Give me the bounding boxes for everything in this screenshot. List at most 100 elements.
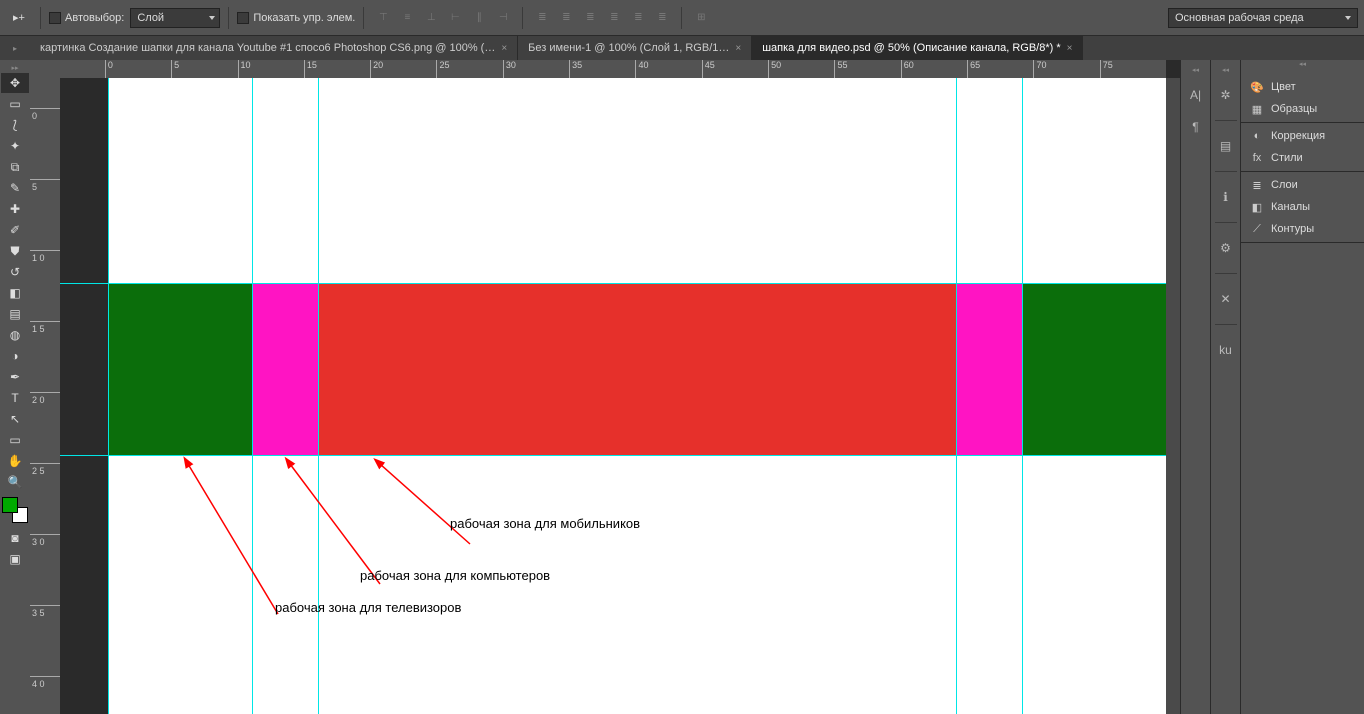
crop-tool-icon[interactable]: ⧉ bbox=[1, 157, 29, 177]
show-controls-checkbox[interactable]: Показать упр. элем. bbox=[237, 12, 355, 24]
tab-title: Без имени-1 @ 100% (Слой 1, RGB/1… bbox=[528, 42, 729, 54]
dodge-tool-icon[interactable]: ◑ bbox=[1, 346, 29, 366]
eyedropper-tool-icon[interactable]: ✎ bbox=[1, 178, 29, 198]
healing-tool-icon[interactable]: ✚ bbox=[1, 199, 29, 219]
panel-adjustments[interactable]: ◐ Коррекция bbox=[1241, 125, 1364, 147]
panel-label: Образцы bbox=[1271, 103, 1317, 115]
align-right-icon[interactable]: ⊣ bbox=[492, 8, 514, 28]
path-select-tool-icon[interactable]: ↖ bbox=[1, 409, 29, 429]
panel-layers[interactable]: ≣ Слои bbox=[1241, 174, 1364, 196]
navigator-panel-icon[interactable]: ✲ bbox=[1215, 84, 1237, 106]
panel-styles[interactable]: fx Стили bbox=[1241, 147, 1364, 169]
eraser-tool-icon[interactable]: ◧ bbox=[1, 283, 29, 303]
histogram-panel-icon[interactable]: ▤ bbox=[1215, 135, 1237, 157]
stamp-tool-icon[interactable]: ⛊ bbox=[1, 241, 29, 261]
grip-icon[interactable]: ▸▸ bbox=[0, 64, 30, 72]
pen-tool-icon[interactable]: ✒ bbox=[1, 367, 29, 387]
panel-color[interactable]: 🎨 Цвет bbox=[1241, 76, 1364, 98]
shape-tool-icon[interactable]: ▭ bbox=[1, 430, 29, 450]
move-tool-icon[interactable]: ✥ bbox=[1, 73, 29, 93]
tv-zone-right bbox=[1022, 283, 1166, 455]
guide-horizontal[interactable] bbox=[60, 283, 1166, 284]
magic-wand-tool-icon[interactable]: ✦ bbox=[1, 136, 29, 156]
panel-label: Цвет bbox=[1271, 81, 1296, 93]
checkbox-icon bbox=[237, 12, 249, 24]
screenmode-tool-icon[interactable]: ▣ bbox=[1, 549, 29, 569]
auto-select-checkbox[interactable]: Автовыбор: bbox=[49, 12, 124, 24]
color-swatches[interactable] bbox=[2, 497, 28, 523]
foreground-swatch[interactable] bbox=[2, 497, 18, 513]
guide-vertical[interactable] bbox=[956, 78, 957, 714]
distribute-left-icon[interactable]: ≣ bbox=[603, 8, 625, 28]
kuler-panel-icon[interactable]: ku bbox=[1215, 339, 1237, 361]
guide-vertical[interactable] bbox=[108, 78, 109, 714]
type-tool-icon[interactable]: T bbox=[1, 388, 29, 408]
character-panel-icon[interactable]: A| bbox=[1185, 84, 1207, 106]
history-brush-tool-icon[interactable]: ↺ bbox=[1, 262, 29, 282]
close-icon[interactable]: × bbox=[1067, 43, 1073, 54]
panel-paths[interactable]: ⟋ Контуры bbox=[1241, 218, 1364, 240]
quickmask-tool-icon[interactable]: ◙ bbox=[1, 528, 29, 548]
vertical-scrollbar[interactable] bbox=[1166, 78, 1180, 714]
blur-tool-icon[interactable]: ◍ bbox=[1, 325, 29, 345]
tab-document-3[interactable]: шапка для видео.psd @ 50% (Описание кана… bbox=[752, 36, 1083, 60]
gradient-tool-icon[interactable]: ▤ bbox=[1, 304, 29, 324]
document-tabs: ▸ картинка Создание шапки для канала You… bbox=[0, 36, 1364, 60]
grip-icon[interactable]: ◂◂ bbox=[1222, 66, 1229, 74]
checkbox-icon bbox=[49, 12, 61, 24]
close-icon[interactable]: × bbox=[501, 43, 507, 54]
layer-select[interactable]: Слой bbox=[130, 8, 220, 28]
tab-document-2[interactable]: Без имени-1 @ 100% (Слой 1, RGB/1… × bbox=[518, 36, 752, 60]
ruler-horizontal[interactable]: 0 5 10 15 20 25 30 35 40 45 50 55 60 65 … bbox=[60, 60, 1166, 78]
panel-channels[interactable]: ◧ Каналы bbox=[1241, 196, 1364, 218]
panel-label: Контуры bbox=[1271, 223, 1314, 235]
grip-icon[interactable]: ▸ bbox=[0, 36, 30, 60]
brush-tool-icon[interactable]: ✐ bbox=[1, 220, 29, 240]
marquee-tool-icon[interactable]: ▭ bbox=[1, 94, 29, 114]
zoom-tool-icon[interactable]: 🔍 bbox=[1, 472, 29, 492]
close-icon[interactable]: × bbox=[735, 43, 741, 54]
main-row: ▸▸ ✥ ▭ ⟅ ✦ ⧉ ✎ ✚ ✐ ⛊ ↺ ◧ ▤ ◍ ◑ ✒ T ↖ ▭ ✋… bbox=[0, 60, 1364, 714]
workspace-dropdown[interactable]: Основная рабочая среда bbox=[1168, 8, 1358, 28]
tab-title: картинка Создание шапки для канала Youtu… bbox=[40, 42, 495, 54]
auto-align-icon[interactable]: ⊞ bbox=[690, 8, 712, 28]
distribute-bottom-icon[interactable]: ≣ bbox=[579, 8, 601, 28]
canvas[interactable]: рабочая зона для мобильников рабочая зон… bbox=[60, 78, 1166, 714]
lasso-tool-icon[interactable]: ⟅ bbox=[1, 115, 29, 135]
align-top-icon[interactable]: ⊤ bbox=[372, 8, 394, 28]
guide-vertical[interactable] bbox=[1022, 78, 1023, 714]
ruler-corner bbox=[30, 60, 60, 78]
align-bottom-icon[interactable]: ⊥ bbox=[420, 8, 442, 28]
separator bbox=[363, 7, 364, 29]
tv-zone-left bbox=[108, 283, 252, 455]
info-panel-icon[interactable]: ℹ bbox=[1215, 186, 1237, 208]
align-vcenter-icon[interactable]: ≡ bbox=[396, 8, 418, 28]
align-hcenter-icon[interactable]: ∥ bbox=[468, 8, 490, 28]
styles-panel-icon: fx bbox=[1249, 150, 1265, 166]
toolbox: ▸▸ ✥ ▭ ⟅ ✦ ⧉ ✎ ✚ ✐ ⛊ ↺ ◧ ▤ ◍ ◑ ✒ T ↖ ▭ ✋… bbox=[0, 60, 30, 714]
grip-icon[interactable]: ◂◂ bbox=[1192, 66, 1199, 74]
properties-panel-icon[interactable]: ✕ bbox=[1215, 288, 1237, 310]
mobile-zone bbox=[318, 283, 956, 455]
tab-document-1[interactable]: картинка Создание шапки для канала Youtu… bbox=[30, 36, 518, 60]
show-controls-label: Показать упр. элем. bbox=[253, 12, 355, 24]
distribute-top-icon[interactable]: ≣ bbox=[531, 8, 553, 28]
panel-label: Каналы bbox=[1271, 201, 1310, 213]
actions-panel-icon[interactable]: ⚙ bbox=[1215, 237, 1237, 259]
panel-swatches[interactable]: ▦ Образцы bbox=[1241, 98, 1364, 120]
align-group-1: ⊤ ≡ ⊥ ⊢ ∥ ⊣ bbox=[372, 8, 514, 28]
paths-panel-icon: ⟋ bbox=[1249, 221, 1265, 237]
annotation-mobile: рабочая зона для мобильников bbox=[450, 516, 640, 531]
hand-tool-icon[interactable]: ✋ bbox=[1, 451, 29, 471]
align-left-icon[interactable]: ⊢ bbox=[444, 8, 466, 28]
grip-icon[interactable]: ◂◂ bbox=[1241, 60, 1364, 74]
distribute-right-icon[interactable]: ≣ bbox=[651, 8, 673, 28]
panel-column: ◂◂ 🎨 Цвет ▦ Образцы ◐ Коррекция fx bbox=[1240, 60, 1364, 714]
desktop-zone-left bbox=[252, 283, 318, 455]
separator bbox=[40, 7, 41, 29]
ruler-vertical[interactable]: 0 5 1 0 1 5 2 0 2 5 3 0 3 5 4 0 bbox=[30, 78, 60, 714]
paragraph-panel-icon[interactable]: ¶ bbox=[1185, 116, 1207, 138]
guide-vertical[interactable] bbox=[318, 78, 319, 714]
distribute-vcenter-icon[interactable]: ≣ bbox=[555, 8, 577, 28]
distribute-hcenter-icon[interactable]: ≣ bbox=[627, 8, 649, 28]
